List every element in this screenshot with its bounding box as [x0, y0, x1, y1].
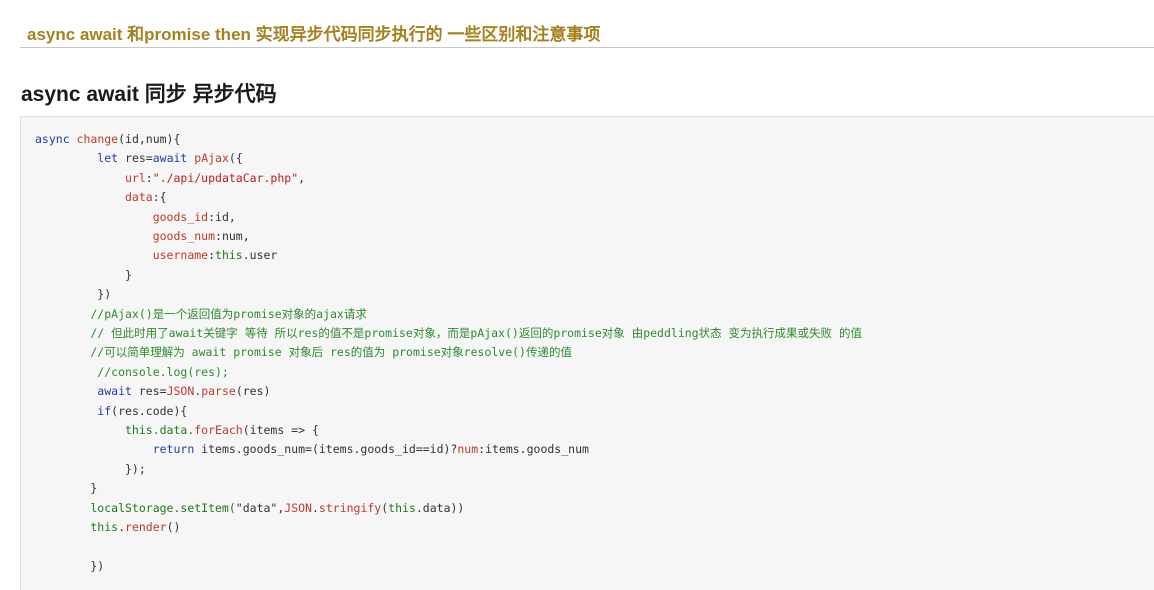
code-token: render — [125, 520, 167, 534]
code-token: :id, — [208, 209, 236, 224]
code-line: return items.goods_num=(items.goods_id==… — [35, 440, 589, 459]
code-line: //console.log(res); — [35, 363, 229, 382]
code-line: localStorage.setItem("data",JSON.stringi… — [35, 499, 464, 518]
code-token: JSON — [284, 500, 312, 515]
code-token: res= — [138, 384, 167, 399]
code-token: (items => { — [242, 423, 319, 437]
code-line: } — [35, 266, 132, 285]
code-block: async change(id,num){ let res=await pAja… — [20, 116, 1154, 590]
code-token: : — [145, 170, 153, 185]
code-line: } — [35, 479, 97, 498]
code-token: items.goods_num=(items.goods_id==id)? — [201, 442, 458, 457]
code-token: return — [35, 442, 202, 457]
code-token: goods_num — [35, 229, 216, 243]
code-token: "data" — [235, 500, 278, 515]
code-token: ({ — [228, 151, 243, 166]
code-line: goods_id:id, — [35, 208, 236, 227]
code-token: res= — [125, 151, 153, 166]
code-token: this — [388, 500, 416, 515]
code-token: if — [35, 403, 112, 418]
code-token: } — [35, 267, 132, 282]
code-token: , — [298, 170, 306, 185]
code-line: username:this.user — [35, 246, 278, 265]
code-token: data — [35, 190, 153, 205]
code-token: .data)) — [415, 500, 465, 515]
code-token: JSON — [166, 384, 195, 399]
code-line: //可以简单理解为 await promise 对象后 res的值为 promi… — [35, 343, 572, 362]
code-line: await res=JSON.parse(res) — [35, 382, 270, 401]
code-line: this.data.forEach(items => { — [35, 421, 319, 440]
code-line: }); — [35, 460, 146, 479]
code-token: }) — [35, 558, 105, 573]
code-line: data:{ — [35, 188, 167, 207]
code-token: forEach — [194, 423, 243, 437]
code-token: }) — [35, 287, 112, 302]
code-token: stringify — [318, 500, 382, 515]
article-title: async await 和promise then 实现异步代码同步执行的 一些… — [27, 25, 601, 44]
code-token: . — [311, 500, 319, 515]
code-token: . — [118, 520, 126, 534]
code-token: (id,num){ — [118, 132, 181, 146]
code-line: goods_num:num, — [35, 227, 250, 246]
code-line: this.render() — [35, 518, 180, 537]
code-token: this — [35, 520, 119, 534]
code-token: //console.log(res); — [35, 364, 229, 379]
code-token: this — [215, 248, 243, 263]
code-token: num — [457, 442, 479, 457]
code-token: // 但此时用了await关键字 等待 所以res的值不是promise对象，而… — [35, 326, 862, 340]
code-token: (res.code){ — [111, 403, 188, 418]
code-token: await — [152, 151, 195, 166]
code-token: username — [35, 248, 209, 263]
code-line: //pAjax()是一个返回值为promise对象的ajax请求 — [35, 305, 367, 324]
article-title-bar: async await 和promise then 实现异步代码同步执行的 一些… — [20, 0, 1154, 48]
code-token: (res) — [235, 384, 271, 399]
code-token: pAjax — [194, 151, 229, 166]
code-token: :items.goods_num — [478, 442, 589, 457]
code-token: change — [76, 132, 119, 146]
code-line: if(res.code){ — [35, 402, 187, 421]
code-line: async change(id,num){ — [35, 130, 180, 149]
code-token: //可以简单理解为 await promise 对象后 res的值为 promi… — [35, 345, 572, 360]
code-token: () — [166, 520, 181, 534]
code-line: let res=await pAjax({ — [35, 149, 243, 168]
code-token: } — [35, 481, 98, 496]
code-line: }) — [35, 557, 104, 576]
code-token: let — [35, 151, 126, 166]
code-token: }); — [35, 461, 146, 476]
code-token: await — [35, 384, 139, 399]
code-token: .data. — [152, 423, 195, 437]
code-line: url:"./api/updataCar.php", — [35, 169, 305, 188]
code-token: "./api/updataCar.php" — [152, 170, 299, 185]
code-token: async — [35, 132, 77, 146]
code-token: .user — [242, 248, 278, 263]
code-token: this — [35, 423, 153, 437]
code-token: url — [35, 170, 146, 185]
section-heading: async await 同步 异步代码 — [21, 83, 277, 106]
code-token: parse — [201, 384, 236, 399]
code-line: // 但此时用了await关键字 等待 所以res的值不是promise对象，而… — [35, 324, 862, 343]
code-token: : — [208, 248, 216, 263]
code-line: }) — [35, 285, 111, 304]
code-token: :{ — [152, 190, 167, 205]
code-token: localStorage.setItem( — [35, 500, 236, 515]
code-token: :num, — [215, 229, 250, 243]
code-token: //pAjax()是一个返回值为promise对象的ajax请求 — [35, 306, 367, 321]
code-token: goods_id — [35, 209, 209, 224]
